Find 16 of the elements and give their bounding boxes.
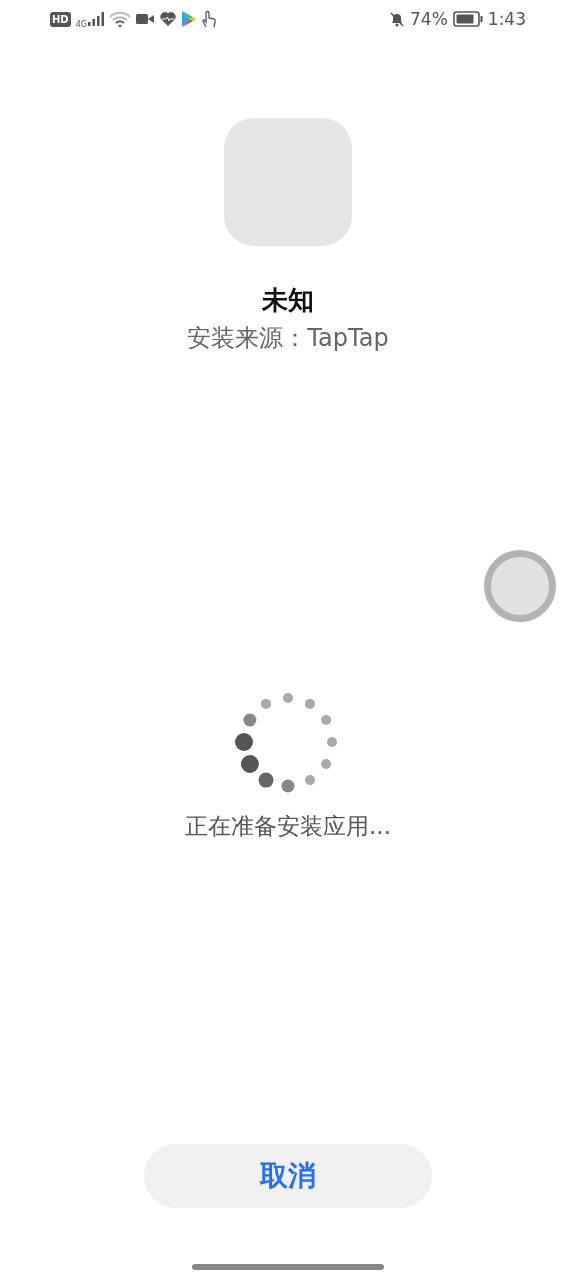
app-name: 未知 <box>262 284 314 316</box>
cancel-button[interactable]: 取消 <box>144 1144 432 1208</box>
clock-time: 1:43 <box>487 9 526 29</box>
hd-badge: HD <box>50 11 71 27</box>
play-store-icon <box>181 11 196 27</box>
video-camera-icon <box>135 13 154 25</box>
progress-message: 正在准备安装应用... <box>185 812 391 841</box>
wifi-icon <box>108 11 131 27</box>
network-type: 4G <box>75 19 87 29</box>
battery-percent: 74% <box>410 9 448 29</box>
install-source: 安装来源：TapTap <box>187 323 389 354</box>
battery-icon <box>452 11 483 27</box>
heart-icon <box>158 11 177 27</box>
signal-icon <box>87 12 104 26</box>
muted-bell-icon <box>389 11 405 27</box>
touch-hand-icon <box>200 10 217 28</box>
